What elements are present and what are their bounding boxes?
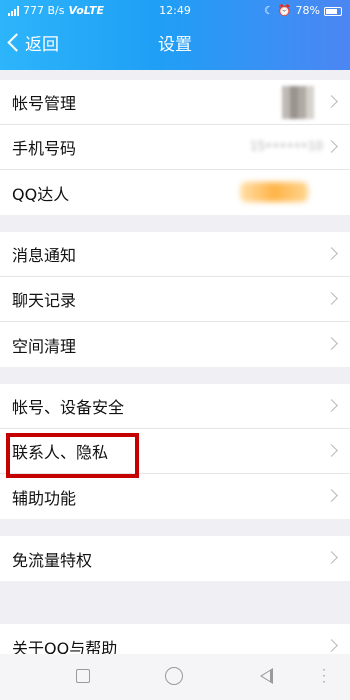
item-label: 空间清理 [12, 336, 77, 356]
chevron-right-icon [325, 292, 338, 305]
chevron-right-icon [325, 140, 338, 153]
qq-daren-badge [240, 182, 308, 202]
square-icon[interactable] [76, 669, 90, 683]
page-title: 设置 [158, 35, 192, 55]
phone-value-blurred: 15••••••10 [250, 139, 324, 153]
settings-item-account-management[interactable]: 帐号管理 [0, 80, 350, 125]
status-bar: 777 B/s VoLTE 12:49 ☾ ⏰ 78% [0, 0, 350, 22]
chevron-right-icon [325, 444, 338, 457]
avatar [282, 86, 314, 119]
chevron-right-icon [325, 639, 338, 652]
more-dots-icon[interactable]: · · · [322, 664, 328, 688]
settings-item-storage-cleanup[interactable]: 空间清理 [0, 322, 350, 367]
battery-icon [324, 6, 342, 16]
battery-percent: 78% [295, 4, 320, 17]
settings-item-free-data[interactable]: 免流量特权 [0, 536, 350, 581]
settings-item-contacts-privacy[interactable]: 联系人、隐私 [0, 429, 350, 474]
chevron-right-icon [325, 399, 338, 412]
item-label: 帐号管理 [12, 94, 77, 113]
chevron-right-icon [325, 337, 338, 350]
settings-item-chat-history[interactable]: 聊天记录 [0, 277, 350, 322]
moon-icon: ☾ [263, 4, 274, 17]
settings-list: 帐号管理 手机号码 15••••••10 QQ达人 消息通知 聊天记录 空间清理… [0, 80, 350, 669]
circle-icon[interactable] [165, 667, 183, 685]
item-label: 帐号、设备安全 [12, 398, 125, 417]
system-nav-bar: · · · [0, 654, 350, 700]
settings-item-notifications[interactable]: 消息通知 [0, 232, 350, 277]
settings-item-qq-daren[interactable]: QQ达人 [0, 170, 350, 215]
item-label: QQ达人 [12, 184, 70, 204]
settings-item-account-security[interactable]: 帐号、设备安全 [0, 384, 350, 429]
triangle-back-icon[interactable] [260, 668, 273, 684]
alarm-icon: ⏰ [277, 4, 292, 17]
item-label: 免流量特权 [12, 550, 93, 570]
settings-item-phone-number[interactable]: 手机号码 15••••••10 [0, 125, 350, 170]
chevron-right-icon [325, 551, 338, 564]
item-label: 聊天记录 [12, 291, 77, 310]
item-label: 辅助功能 [12, 488, 77, 508]
nav-bar: 返回 设置 [0, 22, 350, 66]
chevron-right-icon [325, 95, 338, 108]
settings-item-accessibility[interactable]: 辅助功能 [0, 474, 350, 519]
app-header: 777 B/s VoLTE 12:49 ☾ ⏰ 78% 返回 设置 [0, 0, 350, 70]
item-label: 联系人、隐私 [12, 443, 109, 462]
item-label: 手机号码 [12, 139, 77, 158]
chevron-right-icon [325, 489, 338, 502]
chevron-right-icon [325, 247, 338, 260]
item-label: 消息通知 [12, 246, 77, 265]
